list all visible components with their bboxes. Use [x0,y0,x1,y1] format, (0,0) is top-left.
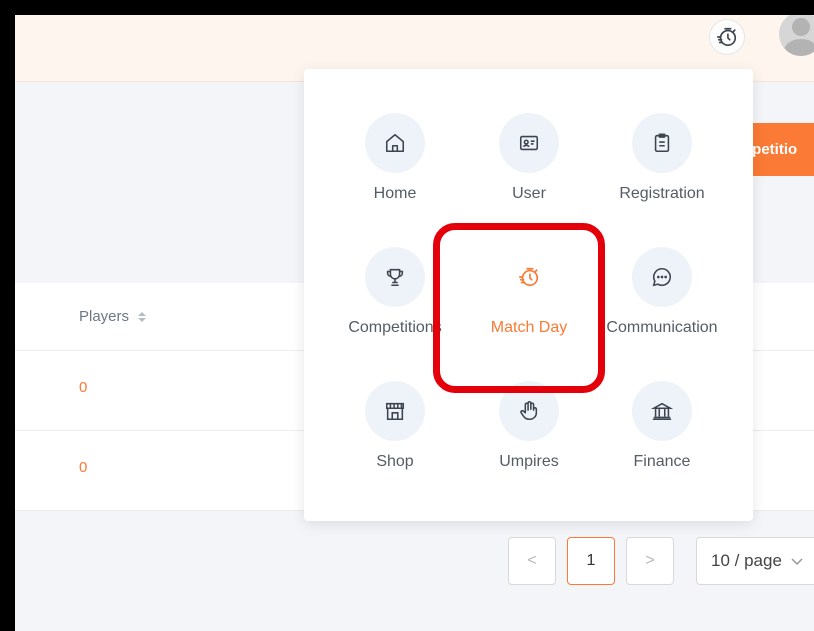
chevron-right-icon: > [645,552,655,569]
app-item-label: Shop [376,453,414,470]
page-size-select[interactable]: 10 / page [696,537,814,585]
stopwatch-icon[interactable] [709,19,745,55]
app-item-label: Umpires [499,453,559,470]
app-item-label: User [512,185,546,202]
app-item-shop[interactable]: Shop [320,381,470,471]
app-item-communication[interactable]: Communication [587,247,737,337]
players-cell[interactable]: 0 [79,459,87,476]
app-switcher-menu: Home User Registration Competitions Matc [304,69,753,521]
players-column-header[interactable]: Players [79,308,147,325]
app-item-umpires[interactable]: Umpires [454,381,604,471]
app-item-user[interactable]: User [454,113,604,203]
app-item-home[interactable]: Home [320,113,470,203]
chevron-left-icon: < [527,552,537,569]
stopwatch-icon [499,247,559,307]
app-item-label: Match Day [490,319,568,336]
shop-icon [365,381,425,441]
app-item-finance[interactable]: Finance [587,381,737,471]
user-avatar[interactable] [779,15,814,56]
players-cell[interactable]: 0 [79,379,87,396]
players-column-label: Players [79,308,130,325]
avatar-head [792,18,810,36]
app-item-competitions[interactable]: Competitions [320,247,470,337]
app-item-match-day[interactable]: Match Day [454,247,604,337]
chevron-down-icon [791,558,803,566]
home-icon [365,113,425,173]
avatar-shoulders [784,39,814,56]
bank-icon [632,381,692,441]
clipboard-icon [632,113,692,173]
trophy-icon [365,247,425,307]
app-item-label: Home [373,185,417,202]
pagination-prev-button[interactable]: < [508,537,556,585]
sort-icon[interactable] [138,311,147,322]
hand-icon [499,381,559,441]
app-item-label: Registration [619,185,705,202]
pagination-page-1[interactable]: 1 [567,537,615,585]
page-size-value: 10 / page [711,551,782,570]
app-item-registration[interactable]: Registration [587,113,737,203]
id-card-icon [499,113,559,173]
pagination-next-button[interactable]: > [626,537,674,585]
app-item-label: Finance [633,453,691,470]
chat-icon [632,247,692,307]
page-number: 1 [586,552,596,569]
app-item-label: Competitions [348,319,442,336]
app-window: npetitio Players 0 0 < 1 > 10 / page Hom… [15,15,814,631]
app-item-label: Communication [606,319,718,336]
